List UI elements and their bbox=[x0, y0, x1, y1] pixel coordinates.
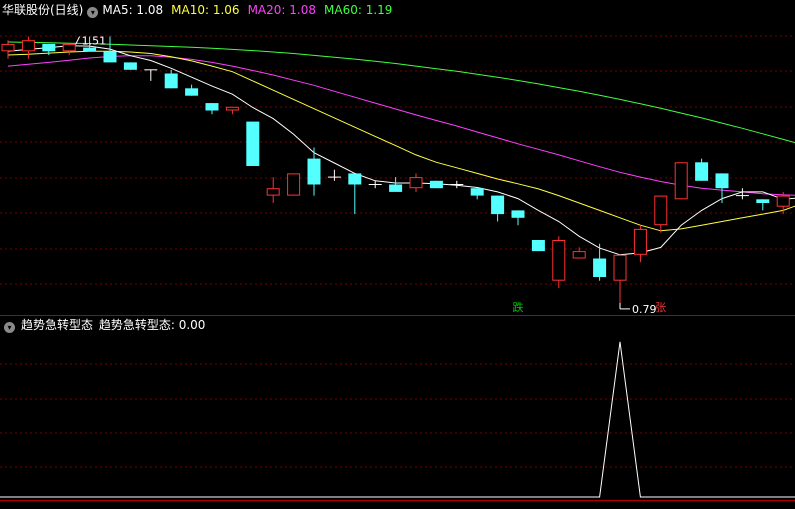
candle-body bbox=[389, 184, 403, 192]
indicator-header: ▾ 趋势急转型态 趋势急转型态: 0.00 bbox=[0, 316, 205, 334]
candle-body bbox=[613, 254, 627, 281]
candle bbox=[21, 36, 35, 59]
candle-body bbox=[21, 40, 35, 52]
candle-body bbox=[572, 251, 586, 259]
candle bbox=[695, 158, 709, 181]
candle-body bbox=[103, 51, 117, 63]
sell-signal-label: 跌 bbox=[513, 300, 524, 314]
candle bbox=[491, 195, 505, 222]
candle bbox=[164, 69, 178, 89]
candle-body bbox=[164, 73, 178, 89]
candle-body bbox=[409, 177, 423, 189]
candle-body bbox=[42, 43, 56, 52]
candle bbox=[654, 195, 668, 233]
candle bbox=[511, 210, 525, 226]
candle bbox=[633, 225, 647, 263]
main-chart-header: 华联股份(日线) ▾ MA5: 1.08 MA10: 1.06 MA20: 1.08 MA… bbox=[0, 1, 400, 19]
candle-body bbox=[593, 258, 607, 277]
candle-body bbox=[1, 43, 15, 52]
candle-body bbox=[62, 43, 76, 52]
chart-canvas: 1.51 0.79 跌 张 bbox=[0, 35, 795, 501]
candle bbox=[429, 180, 443, 189]
candle bbox=[185, 84, 199, 96]
candle bbox=[531, 240, 545, 252]
candle bbox=[287, 173, 301, 196]
candle-body bbox=[756, 199, 770, 203]
candle-body bbox=[776, 195, 790, 207]
candle-body bbox=[654, 195, 668, 226]
indicator-name: 趋势急转型态 bbox=[21, 318, 94, 332]
candle bbox=[205, 103, 219, 115]
candle-body bbox=[185, 88, 199, 96]
candle bbox=[368, 180, 382, 189]
candle-body bbox=[287, 173, 301, 196]
ma10-label: MA10: 1.06 bbox=[171, 3, 240, 17]
candle bbox=[470, 188, 484, 200]
chart-stage: 1.51 0.79 跌张 华联股份(日线) ▾ MA5: 1.08 MA10: 1.06 M… bbox=[0, 0, 795, 505]
candle-body bbox=[695, 162, 709, 181]
candle bbox=[246, 121, 260, 166]
candle-body bbox=[348, 173, 362, 185]
candle-body bbox=[491, 195, 505, 215]
indicator-line bbox=[0, 341, 795, 498]
candle-body bbox=[429, 180, 443, 189]
candle-body bbox=[531, 240, 545, 252]
candle bbox=[450, 180, 464, 189]
candle-body bbox=[246, 121, 260, 166]
candle bbox=[674, 162, 688, 200]
ma5-label: MA5: 1.08 bbox=[102, 3, 164, 17]
ma60-line bbox=[7, 41, 795, 144]
ma20-label: MA20: 1.08 bbox=[247, 3, 316, 17]
indicator-value: 趋势急转型态: 0.00 bbox=[98, 318, 206, 332]
candle-body bbox=[205, 103, 219, 111]
candle-body bbox=[552, 240, 566, 281]
expand-chevron-icon[interactable]: ▾ bbox=[87, 7, 99, 18]
candle bbox=[266, 177, 280, 203]
low-price-label: 0.79 bbox=[632, 303, 657, 316]
candle-body bbox=[83, 47, 97, 52]
stock-title: 华联股份(日线) bbox=[2, 3, 84, 17]
candle bbox=[348, 173, 362, 215]
candle bbox=[225, 106, 239, 115]
candle bbox=[409, 173, 423, 192]
candle-body bbox=[715, 173, 729, 189]
candle-body bbox=[225, 106, 239, 111]
candle-body bbox=[470, 188, 484, 196]
ma10-line bbox=[7, 50, 795, 232]
candle-body bbox=[266, 188, 280, 196]
candle bbox=[327, 169, 341, 181]
candle bbox=[123, 62, 137, 70]
ma60-label: MA60: 1.19 bbox=[324, 3, 393, 17]
candle bbox=[756, 199, 770, 211]
candle bbox=[715, 173, 729, 203]
high-price-label: 1.51 bbox=[82, 35, 107, 48]
candle bbox=[552, 236, 566, 289]
candle bbox=[613, 254, 627, 303]
candle bbox=[389, 177, 403, 192]
candle-body bbox=[123, 62, 137, 70]
candle-body bbox=[307, 158, 321, 185]
candle-body bbox=[511, 210, 525, 218]
candle bbox=[62, 43, 76, 55]
indicator-chevron-icon[interactable]: ▾ bbox=[4, 322, 15, 333]
ma5-line bbox=[7, 45, 795, 256]
candle-body bbox=[633, 228, 647, 255]
candle bbox=[1, 40, 15, 59]
buy-signal-label: 张 bbox=[655, 301, 666, 314]
candle-body bbox=[674, 162, 688, 200]
